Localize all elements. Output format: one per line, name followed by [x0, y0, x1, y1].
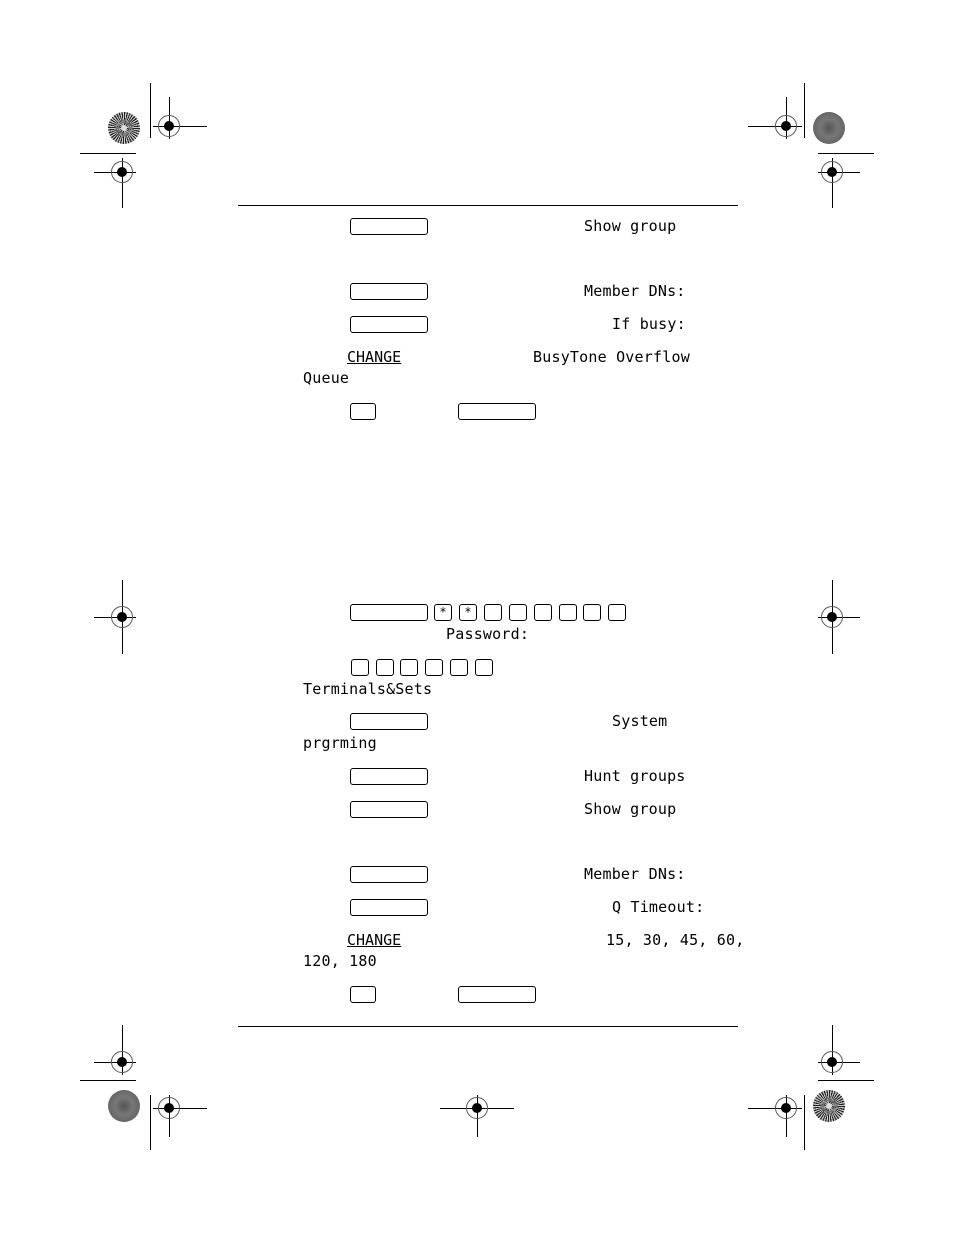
crosshair-target-icon — [821, 1051, 843, 1073]
blank-key-button[interactable] — [559, 604, 577, 621]
blank-key-button[interactable] — [350, 218, 428, 235]
display-text: BusyTone Overflow — [533, 348, 690, 366]
crosshair-target-icon — [158, 115, 180, 137]
blank-key-button[interactable] — [484, 604, 502, 621]
header-rule — [238, 205, 738, 206]
halftone-disc-icon — [108, 1090, 140, 1122]
blank-key-button[interactable] — [608, 604, 626, 621]
blank-key-button[interactable] — [350, 768, 428, 785]
blank-key-button[interactable] — [376, 659, 394, 676]
crop-line — [80, 153, 136, 154]
starburst-icon — [813, 1090, 845, 1122]
display-text: Password: — [446, 625, 530, 643]
display-text: Member DNs: — [584, 865, 686, 883]
display-text: 120, 180 — [303, 952, 377, 970]
blank-key-button[interactable] — [350, 986, 376, 1003]
blank-key-button[interactable] — [450, 659, 468, 676]
star-key-button[interactable]: * — [459, 604, 477, 621]
crop-line — [818, 1080, 874, 1081]
change-softkey[interactable]: CHANGE — [347, 931, 401, 949]
display-text: prgrming — [303, 734, 377, 752]
halftone-disc-icon — [813, 112, 845, 144]
display-text: Show group — [584, 800, 677, 818]
blank-key-button[interactable] — [509, 604, 527, 621]
crop-line — [804, 83, 805, 138]
crosshair-target-icon — [158, 1097, 180, 1119]
display-text: Queue — [303, 369, 350, 387]
crosshair-target-icon — [821, 161, 843, 183]
footer-rule — [238, 1026, 738, 1027]
blank-key-button[interactable] — [458, 986, 536, 1003]
blank-key-button[interactable] — [534, 604, 552, 621]
crop-line — [150, 83, 151, 138]
display-text: Hunt groups — [584, 767, 686, 785]
crosshair-target-icon — [821, 606, 843, 628]
blank-key-button[interactable] — [350, 899, 428, 916]
blank-key-button[interactable] — [350, 403, 376, 420]
blank-key-button[interactable] — [350, 283, 428, 300]
crosshair-target-icon — [775, 115, 797, 137]
blank-key-button[interactable] — [350, 713, 428, 730]
crop-line — [150, 1095, 151, 1150]
display-text: Q Timeout: — [612, 898, 705, 916]
blank-key-button[interactable] — [351, 659, 369, 676]
blank-key-button[interactable] — [350, 801, 428, 818]
display-text: Show group — [584, 217, 677, 235]
crop-line — [80, 1080, 136, 1081]
crop-line — [818, 153, 874, 154]
display-text: Terminals&Sets — [303, 680, 433, 698]
crosshair-target-icon — [111, 1051, 133, 1073]
blank-key-button[interactable] — [425, 659, 443, 676]
crosshair-target-icon — [111, 606, 133, 628]
crosshair-target-icon — [111, 161, 133, 183]
change-softkey[interactable]: CHANGE — [347, 348, 401, 366]
display-text: Member DNs: — [584, 282, 686, 300]
blank-key-button[interactable] — [400, 659, 418, 676]
crosshair-target-icon — [775, 1097, 797, 1119]
blank-key-button[interactable] — [475, 659, 493, 676]
crosshair-target-icon — [466, 1097, 488, 1119]
blank-key-button[interactable] — [583, 604, 601, 621]
blank-key-button[interactable] — [350, 604, 428, 621]
blank-key-button[interactable] — [458, 403, 536, 420]
star-key-button[interactable]: * — [434, 604, 452, 621]
display-text: If busy: — [612, 315, 686, 333]
blank-key-button[interactable] — [350, 316, 428, 333]
crop-line — [804, 1095, 805, 1150]
blank-key-button[interactable] — [350, 866, 428, 883]
starburst-icon — [108, 112, 140, 144]
display-text: System — [612, 712, 668, 730]
display-text: 15, 30, 45, 60, — [606, 931, 745, 949]
